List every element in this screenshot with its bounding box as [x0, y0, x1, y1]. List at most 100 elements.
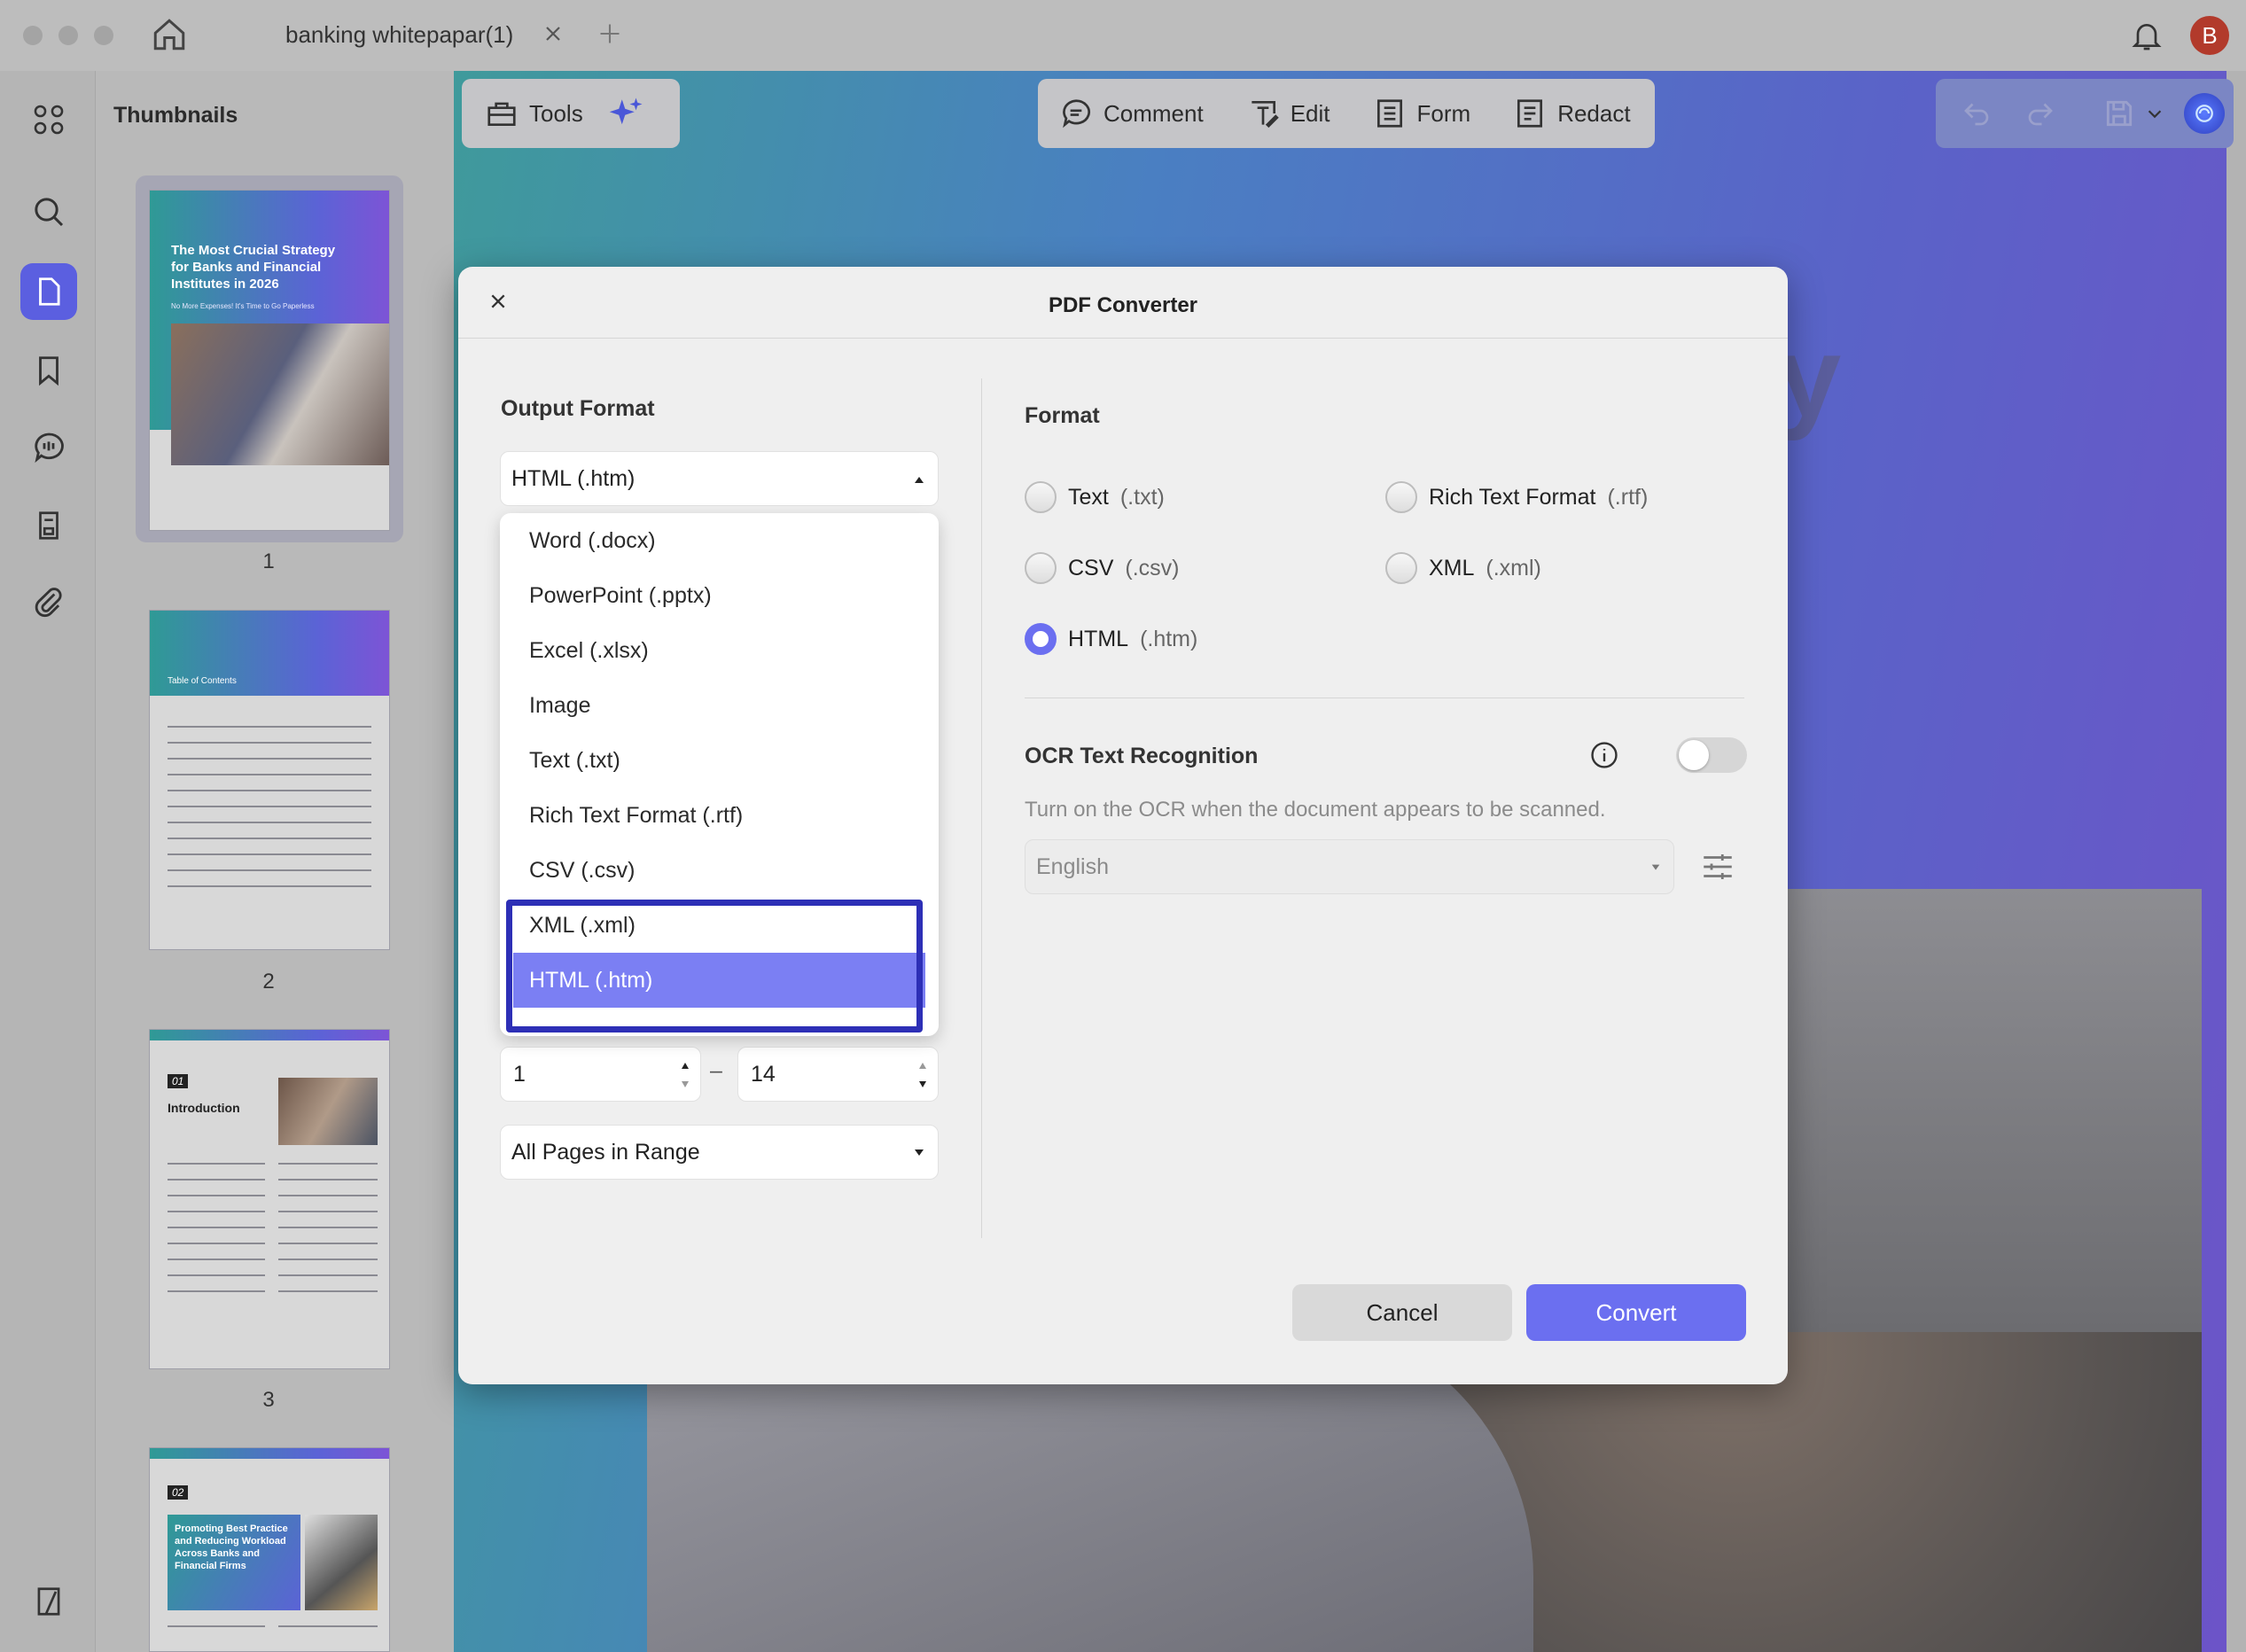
ocr-hint: Turn on the OCR when the document appear… — [1025, 798, 1606, 822]
redact-mode-button[interactable]: Redact — [1513, 97, 1631, 130]
radio-dot — [1025, 552, 1057, 584]
ocr-language-select[interactable]: English — [1025, 839, 1674, 894]
thumbnail-page-1[interactable]: The Most Crucial Strategy for Banks and … — [149, 190, 390, 531]
edit-text-icon — [1252, 100, 1279, 129]
page-icon[interactable] — [20, 263, 77, 320]
form-label: Form — [1416, 99, 1471, 127]
new-tab-icon[interactable] — [597, 21, 622, 46]
home-icon[interactable] — [151, 16, 188, 53]
edit-label: Edit — [1290, 99, 1330, 127]
comment-icon[interactable] — [20, 419, 77, 476]
stepper-arrows-icon[interactable] — [916, 1058, 929, 1094]
thumbnail-page-2[interactable]: Table of Contents — [149, 610, 390, 950]
panel-title: Thumbnails — [113, 103, 238, 128]
bookmark-icon[interactable] — [20, 342, 77, 399]
actions-toolbar — [1936, 79, 2234, 148]
format-option-html[interactable]: HTML (.htm) — [513, 953, 925, 1008]
range-from-value: 1 — [513, 1061, 526, 1087]
notification-bell-icon[interactable] — [2129, 18, 2164, 53]
thumbnail-page-number: 1 — [262, 549, 275, 573]
range-to-value: 14 — [751, 1061, 776, 1087]
convert-button[interactable]: Convert — [1526, 1284, 1746, 1341]
window-zoom-button[interactable] — [94, 26, 113, 45]
format-option-csv[interactable]: CSV (.csv) — [500, 843, 939, 898]
title-bar: banking whitepapar(1) B — [0, 0, 2246, 71]
range-dash: – — [710, 1058, 722, 1083]
output-format-value: HTML (.htm) — [511, 465, 636, 491]
form-mode-button[interactable]: Form — [1373, 97, 1471, 130]
thumbnail-page-3[interactable]: 01 Introduction — [149, 1029, 390, 1369]
output-format-select[interactable]: HTML (.htm) — [500, 451, 939, 506]
comment-label: Comment — [1104, 99, 1204, 127]
radio-ext: (.csv) — [1125, 555, 1180, 581]
format-option-word[interactable]: Word (.docx) — [500, 513, 939, 568]
undo-icon[interactable] — [1961, 97, 1993, 129]
sidebar-toggle-icon[interactable] — [20, 1573, 77, 1630]
ocr-settings-sliders-icon[interactable] — [1699, 848, 1736, 885]
page-subset-select[interactable]: All Pages in Range — [500, 1125, 939, 1180]
tools-button[interactable]: Tools — [485, 97, 583, 130]
thumbnail-subtitle: No More Expenses! It's Time to Go Paperl… — [171, 302, 315, 310]
dialog-title: PDF Converter — [1048, 293, 1198, 317]
radio-xml[interactable]: XML (.xml) — [1385, 552, 1541, 584]
caret-down-icon — [915, 1149, 924, 1156]
stepper-arrows-icon[interactable] — [679, 1058, 691, 1094]
window-close-button[interactable] — [23, 26, 43, 45]
radio-ext: (.htm) — [1140, 626, 1198, 651]
comment-bubble-icon — [1063, 99, 1090, 129]
format-option-excel[interactable]: Excel (.xlsx) — [500, 623, 939, 678]
radio-dot — [1385, 552, 1417, 584]
redact-label: Redact — [1557, 99, 1631, 127]
radio-rtf[interactable]: Rich Text Format (.rtf) — [1385, 481, 1648, 513]
format-option-rtf[interactable]: Rich Text Format (.rtf) — [500, 788, 939, 843]
ocr-toggle[interactable] — [1676, 737, 1747, 773]
cancel-button[interactable]: Cancel — [1292, 1284, 1512, 1341]
mode-toolbar: Comment Edit Form Redact — [1038, 79, 1655, 148]
radio-csv[interactable]: CSV (.csv) — [1025, 552, 1180, 584]
thumbnail-chapter: 01 — [168, 1074, 189, 1088]
thumbnail-photo — [278, 1078, 378, 1145]
thumbnail-title: Table of Contents — [168, 676, 237, 686]
document-tab-title[interactable]: banking whitepapar(1) — [285, 21, 513, 49]
grid-icon[interactable] — [20, 91, 77, 148]
format-option-text[interactable]: Text (.txt) — [500, 733, 939, 788]
avatar[interactable]: B — [2190, 16, 2229, 55]
radio-label: Rich Text Format — [1429, 484, 1596, 510]
form-icon[interactable] — [20, 497, 77, 554]
format-option-xml[interactable]: XML (.xml) — [500, 898, 939, 953]
pdf-converter-dialog: PDF Converter Output Format HTML (.htm) … — [458, 267, 1788, 1384]
redo-icon[interactable] — [2024, 97, 2056, 129]
radio-text[interactable]: Text (.txt) — [1025, 481, 1165, 513]
range-from-stepper[interactable]: 1 — [500, 1047, 701, 1102]
radio-html[interactable]: HTML (.htm) — [1025, 623, 1197, 655]
radio-label: Text — [1068, 484, 1109, 510]
info-icon[interactable] — [1589, 740, 1619, 770]
tools-label: Tools — [529, 99, 583, 127]
thumbnail-page-4[interactable]: 02 Promoting Best Practice and Reducing … — [149, 1447, 390, 1652]
thumbnail-photo — [171, 323, 389, 465]
ai-sparkle-icon[interactable] — [608, 95, 645, 132]
attachment-icon[interactable] — [20, 574, 77, 631]
comment-mode-button[interactable]: Comment — [1059, 97, 1204, 130]
dialog-header-divider — [458, 338, 1788, 339]
radio-label: CSV — [1068, 555, 1114, 581]
form-list-icon — [1376, 99, 1402, 128]
radio-dot — [1385, 481, 1417, 513]
format-option-powerpoint[interactable]: PowerPoint (.pptx) — [500, 568, 939, 623]
edit-mode-button[interactable]: Edit — [1246, 97, 1330, 130]
radio-ext: (.xml) — [1486, 555, 1541, 581]
dialog-column-divider — [981, 378, 982, 1238]
tools-toolbar: Tools — [462, 79, 680, 148]
range-to-stepper[interactable]: 14 — [737, 1047, 939, 1102]
ocr-language-value: English — [1036, 853, 1109, 879]
save-icon[interactable] — [2102, 97, 2136, 130]
tab-close-icon[interactable] — [542, 23, 564, 44]
thumbnail-title: Promoting Best Practice and Reducing Wor… — [175, 1523, 288, 1571]
redact-icon — [1517, 99, 1543, 128]
radio-dot — [1025, 481, 1057, 513]
save-options-chevron-icon[interactable] — [2145, 104, 2164, 123]
window-minimize-button[interactable] — [58, 26, 78, 45]
search-icon[interactable] — [20, 183, 77, 240]
ai-assistant-icon[interactable] — [2184, 93, 2225, 134]
format-option-image[interactable]: Image — [500, 678, 939, 733]
